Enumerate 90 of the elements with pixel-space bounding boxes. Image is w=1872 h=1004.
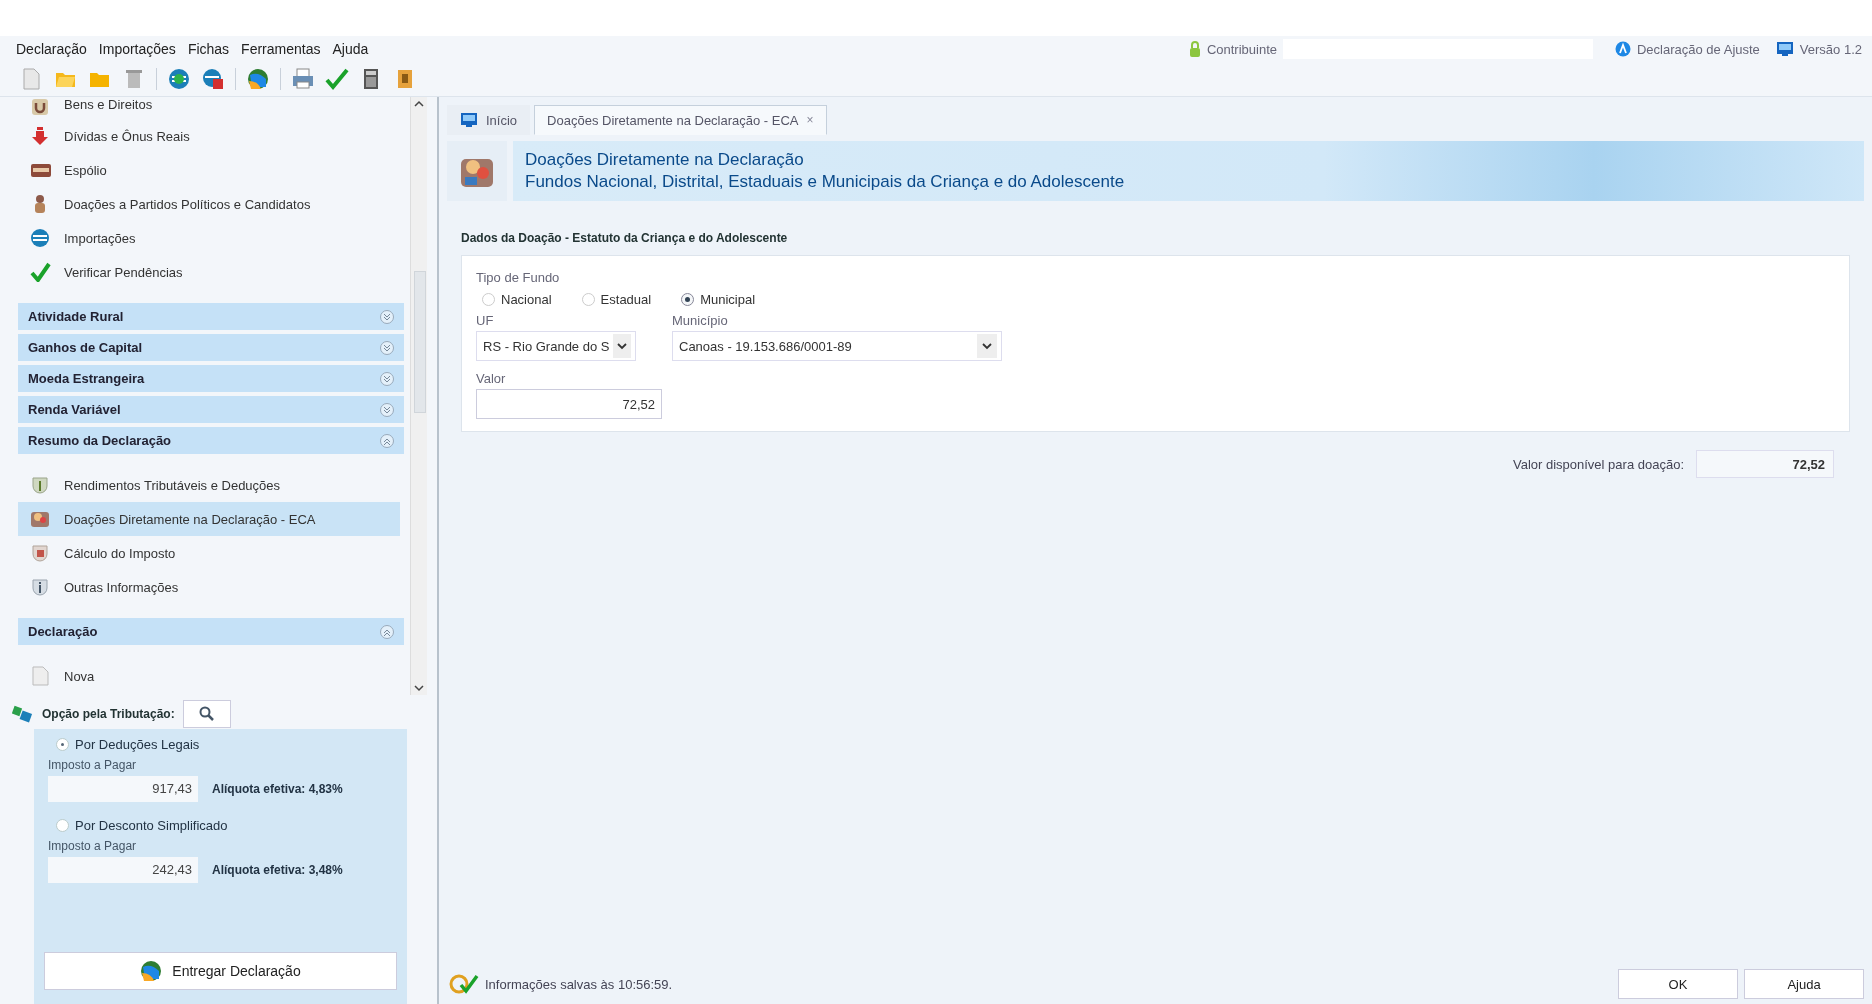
document-icon [30,666,52,686]
sidebar-item[interactable]: Doações Diretamente na Declaração - ECA [18,502,400,536]
sidebar-item[interactable]: Rendimentos Tributáveis e Deduções [18,468,400,502]
close-tab-button[interactable]: × [806,113,814,127]
section-title: Dados da Doação - Estatuto da Criança e do Adolescente [461,231,789,245]
tab[interactable]: Doações Diretamente na Declaração - ECA × [534,105,827,135]
submit-button[interactable]: Entregar Declaração [44,952,397,990]
contribuinte-label: Contribuinte [1206,41,1277,57]
section-title: Declaração [28,624,98,639]
section-header[interactable]: Renda Variável [18,396,404,423]
menu-item[interactable]: Ajuda [326,39,375,59]
declaration-type-label: Declaração de Ajuste [1637,41,1760,57]
search-button[interactable] [182,700,231,728]
field-label: Tipo de Fundo [476,270,560,285]
option-label[interactable]: Por Deduções Legais [75,737,200,752]
section-title: Moeda Estrangeira [28,371,145,386]
radio-button[interactable] [56,738,69,751]
status-message: Informações salvas às 10:56:59. [485,976,673,992]
monitor-icon [1775,41,1794,57]
scrollbar-thumb[interactable] [414,271,426,413]
menu-item[interactable]: Declaração [10,39,93,59]
dropdown[interactable]: RS - Rio Grande do S [476,331,636,361]
dialog-button[interactable]: Ajuda [1744,969,1864,999]
version-label: Versão 1.2 [1799,41,1862,57]
available-label: Valor disponível para doação: [1512,456,1684,472]
available-value-field: 72,52 [1696,450,1834,478]
globe-icon[interactable] [246,67,270,91]
tax-value-field: 917,43 [48,776,198,802]
section-header[interactable]: Moeda Estrangeira [18,365,404,392]
sidebar-item[interactable]: Verificar Pendências [18,255,400,289]
sidebar-item[interactable]: Doações a Partidos Políticos e Candidatos [18,187,400,221]
radio-button[interactable] [56,819,69,832]
radio-button[interactable] [482,293,495,306]
caret-icon[interactable] [982,342,992,350]
checkmark-icon[interactable] [325,67,349,91]
tiles-icon [12,705,34,723]
monitor-icon [460,112,478,128]
collapse-icon[interactable] [380,432,394,449]
dropdown[interactable]: Canoas - 19.153.686/0001-89 [672,331,1002,361]
scrollbar[interactable] [410,97,427,695]
tax-option-title: Opção pela Tributação: [42,707,175,721]
section-header[interactable]: Ganhos de Capital [18,334,404,361]
section-header[interactable]: Resumo da Declaração [18,427,404,454]
radio-label[interactable]: Nacional [501,292,552,307]
sidebar-item[interactable]: Dívidas e Ônus Reais [18,119,400,153]
radio-button[interactable] [581,293,595,306]
globe-icon [140,960,163,982]
field-label: Valor [476,371,506,386]
value-input[interactable]: 72,52 [476,389,662,419]
radio-label[interactable]: Estadual [600,292,652,307]
collapse-icon[interactable] [380,623,394,640]
section-title: Resumo da Declaração [28,433,172,448]
search-icon[interactable] [198,706,215,722]
tax-value-field: 242,43 [48,857,198,883]
saved-check-icon [449,973,479,995]
field-label: Imposto a Pagar [48,758,138,772]
sidebar-item[interactable]: Importações [18,221,400,255]
section-title: Ganhos de Capital [28,340,143,355]
section-title: Renda Variável [28,402,121,417]
expand-icon[interactable] [380,339,394,356]
sidebar-item[interactable]: Nova [18,659,400,693]
option-label[interactable]: Por Desconto Simplificado [75,818,228,833]
menu-item[interactable]: Fichas [181,39,236,59]
dialog-button[interactable]: OK [1618,969,1738,999]
padlock-icon [1188,40,1201,58]
tab[interactable]: Início [447,105,531,135]
caret-icon[interactable] [617,342,628,350]
rate-label: Alíquota efetiva: 3,48% [212,863,343,877]
radio-label[interactable]: Municipal [700,292,756,307]
checkmark-icon [30,262,52,282]
sidebar-item[interactable]: Cálculo do Imposto [18,536,400,570]
field-label: Imposto a Pagar [48,839,138,853]
page-subtitle: Fundos Nacional, Distrital, Estaduais e Municipais da Criança e do Adolescente [525,172,1126,192]
sidebar-item[interactable]: Outras Informações [18,570,400,604]
section-header[interactable]: Atividade Rural [18,303,404,330]
expand-icon[interactable] [380,401,394,418]
field-label: UF [476,313,495,328]
expand-icon[interactable] [380,308,394,325]
menu-item[interactable]: Ferramentas [235,39,327,59]
sidebar-item[interactable]: Espólio [18,153,400,187]
printer-icon[interactable] [291,67,315,91]
radio-button[interactable] [681,293,695,306]
section-header[interactable]: Declaração [18,618,404,645]
rate-label: Alíquota efetiva: 4,83% [212,782,343,796]
section-title: Atividade Rural [28,309,124,324]
sidebar-item[interactable]: Bens e Direitos [18,97,400,119]
menu-item[interactable]: Importações [92,39,182,59]
field-label: Município [672,313,729,328]
page-title: Doações Diretamente na Declaração [525,150,805,170]
expand-icon[interactable] [380,370,394,387]
